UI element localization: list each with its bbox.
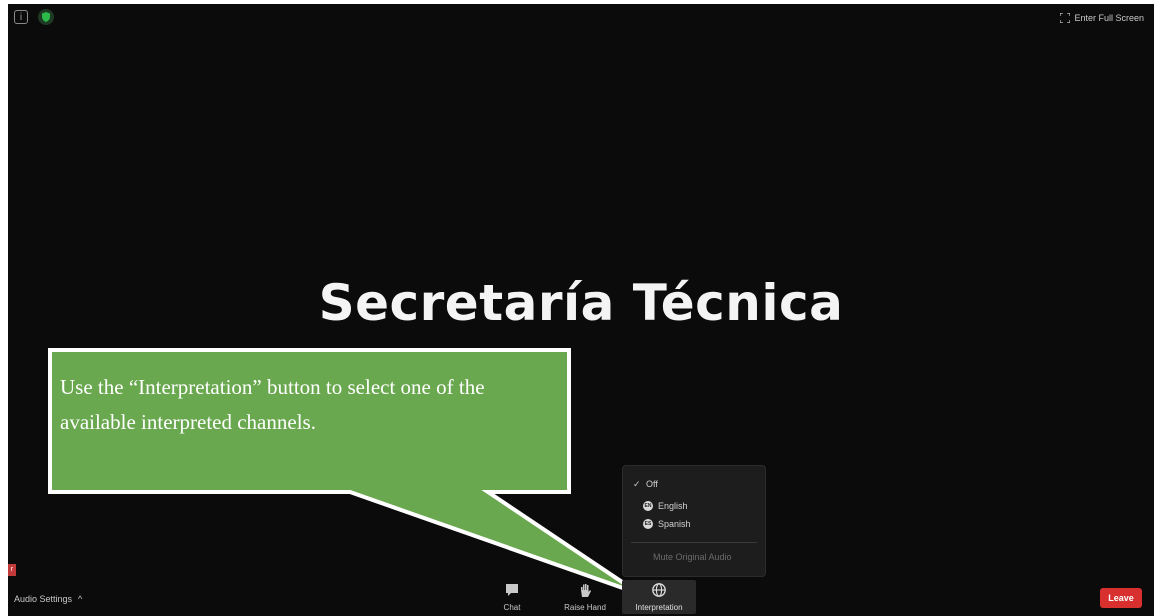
audio-settings-button[interactable]: Audio Settings ^ <box>14 594 82 604</box>
menu-divider <box>631 542 757 543</box>
raise-hand-icon <box>581 584 591 597</box>
leave-button[interactable]: Leave <box>1100 588 1142 608</box>
language-badge-icon: EN <box>643 501 653 511</box>
menu-item-mute-original-audio[interactable]: Mute Original Audio <box>653 550 732 564</box>
chat-bubble-icon <box>506 584 518 596</box>
menu-item-label: Spanish <box>658 519 691 529</box>
globe-icon <box>652 583 666 597</box>
audio-settings-label: Audio Settings <box>14 594 73 604</box>
raise-hand-label: Raise Hand <box>564 603 606 612</box>
chat-label: Chat <box>503 603 521 612</box>
callout-box <box>48 348 642 596</box>
menu-item-label: Mute Original Audio <box>653 552 732 562</box>
menu-item-off[interactable]: ✓ Off <box>633 477 658 491</box>
menu-item-label: Off <box>646 479 658 489</box>
interpretation-label: Interpretation <box>635 603 683 612</box>
interpretation-button[interactable]: Interpretation <box>622 580 696 614</box>
checkmark-icon: ✓ <box>633 478 641 489</box>
chat-button[interactable]: Chat <box>480 580 544 614</box>
callout-text: Use the “Interpretation” button to selec… <box>60 375 485 434</box>
participant-badge: r <box>8 564 16 576</box>
language-badge-icon: ES <box>643 519 653 529</box>
meeting-window: i Enter Full Screen Secretaría Técnica U… <box>8 4 1154 616</box>
menu-item-spanish[interactable]: ES Spanish <box>643 517 691 531</box>
caret-up-icon: ^ <box>78 594 83 604</box>
raise-hand-button[interactable]: Raise Hand <box>553 580 617 614</box>
interpretation-menu: ✓ Off EN English ES Spanish Mute Origina… <box>622 465 766 577</box>
menu-item-label: English <box>658 501 688 511</box>
menu-item-english[interactable]: EN English <box>643 499 688 513</box>
